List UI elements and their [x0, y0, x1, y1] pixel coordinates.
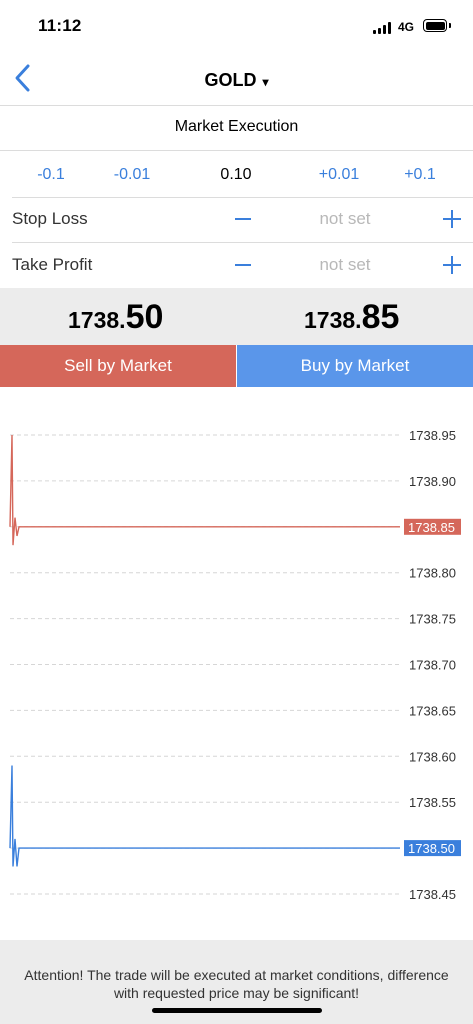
take-profit-increase-button[interactable]	[443, 256, 461, 274]
volume-step-plus-0-1[interactable]: +0.1	[396, 166, 444, 184]
y-tick-label: 1738.65	[409, 703, 456, 718]
current-price-label: 1738.50	[408, 841, 455, 856]
sell-price-prefix: 1738.	[68, 307, 126, 333]
network-label: 4G	[398, 20, 415, 34]
divider	[0, 150, 473, 151]
volume-step-minus-0-01[interactable]: -0.01	[104, 166, 160, 184]
y-tick-label: 1738.70	[409, 658, 456, 673]
current-price-label: 1738.85	[408, 520, 455, 535]
take-profit-decrease-button[interactable]	[235, 264, 251, 266]
status-time: 11:12	[38, 16, 82, 35]
divider	[12, 242, 473, 243]
y-tick-label: 1738.75	[409, 612, 456, 627]
dropdown-caret-icon: ▾	[262, 75, 269, 89]
series-line	[9, 765, 400, 867]
divider	[0, 105, 473, 106]
sell-by-market-button[interactable]: Sell by Market	[0, 345, 236, 387]
attention-notice: Attention! The trade will be executed at…	[24, 967, 449, 1001]
y-tick-label: 1738.45	[409, 887, 456, 902]
symbol-selector[interactable]: GOLD ▾	[0, 70, 473, 91]
buy-price-prefix: 1738.	[304, 307, 362, 333]
buy-price-suffix: 85	[361, 298, 400, 336]
stop-loss-decrease-button[interactable]	[235, 218, 251, 220]
signal-icon	[373, 22, 393, 34]
execution-type[interactable]: Market Execution	[0, 118, 473, 136]
take-profit-value[interactable]: not set	[285, 255, 405, 275]
y-tick-label: 1738.95	[409, 428, 456, 443]
y-tick-label: 1738.60	[409, 749, 456, 764]
buy-price: 1738.85	[304, 298, 399, 337]
divider	[12, 197, 473, 198]
y-tick-label: 1738.90	[409, 474, 456, 489]
symbol-title: GOLD	[204, 70, 257, 90]
battery-icon	[423, 19, 451, 32]
sell-price-suffix: 50	[125, 298, 164, 336]
stop-loss-label: Stop Loss	[12, 209, 88, 228]
volume-value[interactable]: 0.10	[208, 166, 264, 184]
home-indicator	[152, 1008, 322, 1013]
buy-by-market-button[interactable]: Buy by Market	[237, 345, 473, 387]
volume-step-minus-0-1[interactable]: -0.1	[28, 166, 74, 184]
stop-loss-increase-button[interactable]	[443, 210, 461, 228]
sell-price: 1738.50	[68, 298, 163, 337]
y-tick-label: 1738.55	[409, 795, 456, 810]
take-profit-label: Take Profit	[12, 255, 93, 274]
tick-chart: 1738.95 1738.90 1738.80 1738.75 1738.70 1738.…	[9, 428, 461, 902]
volume-step-plus-0-01[interactable]: +0.01	[310, 166, 368, 184]
y-tick-label: 1738.80	[409, 566, 456, 581]
stop-loss-value[interactable]: not set	[285, 209, 405, 229]
series-line	[9, 434, 400, 546]
